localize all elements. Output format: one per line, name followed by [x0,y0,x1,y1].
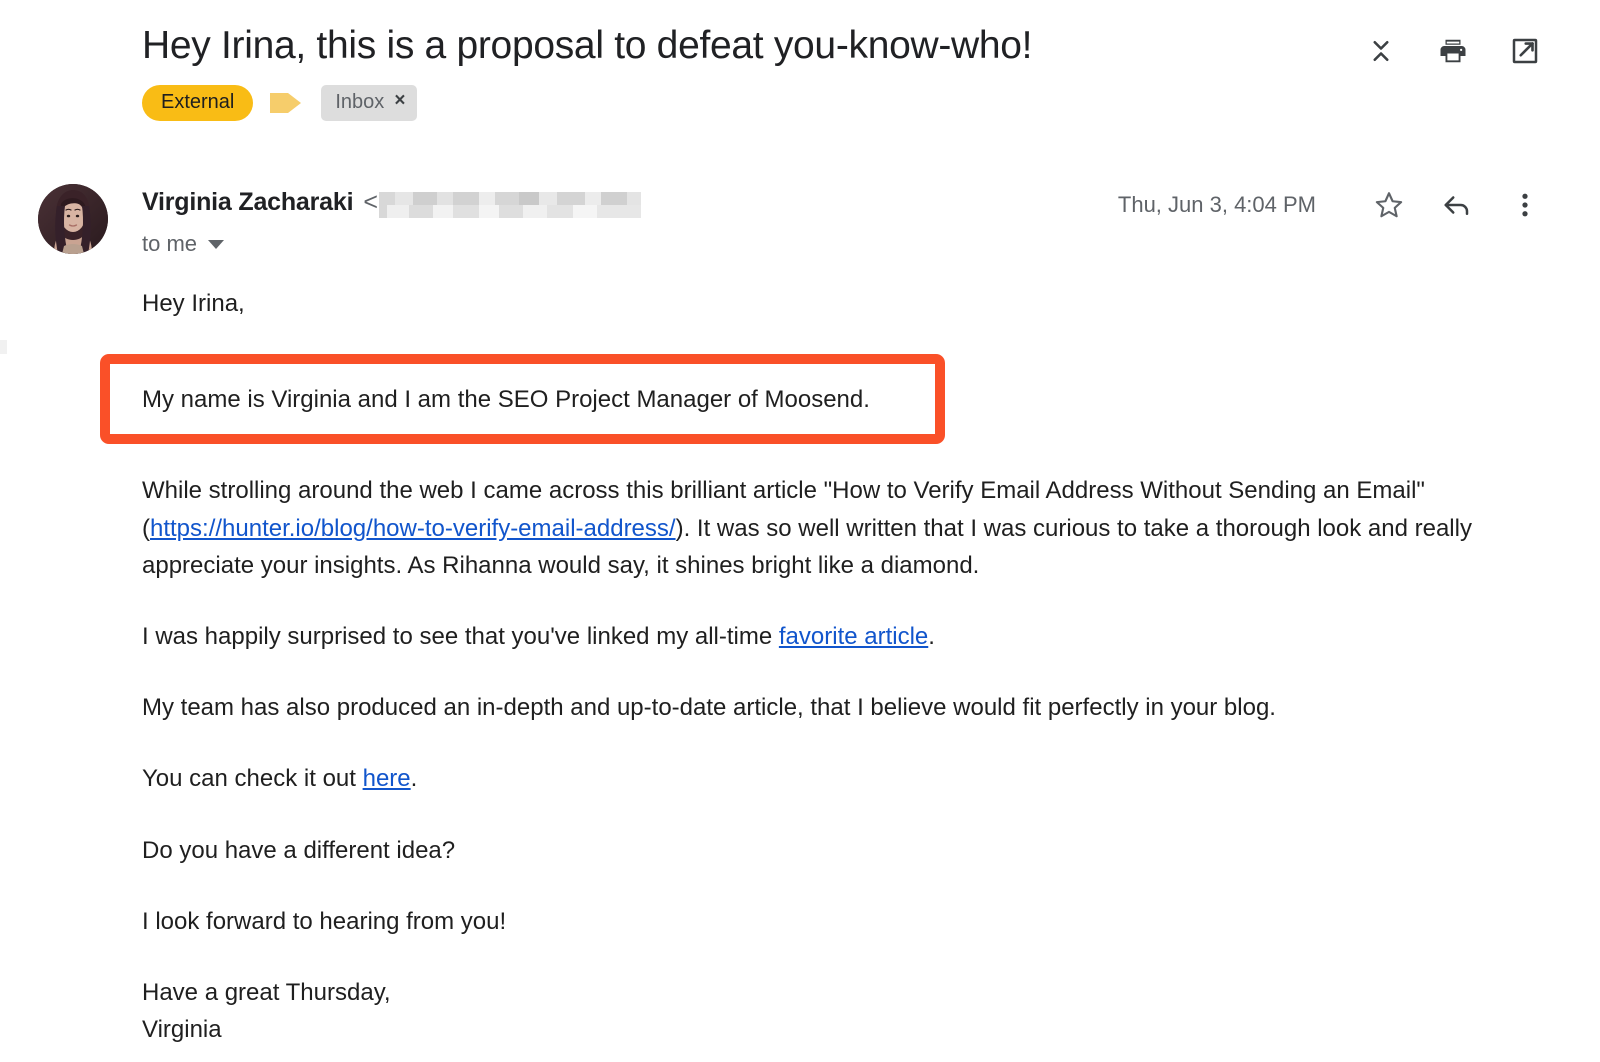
sender-row: Virginia Zacharaki < to me Thu, Jun 3, 4… [0,184,1600,257]
left-edge-sliver [0,340,7,354]
body-sign-off: Have a great Thursday, [142,978,391,1006]
remove-label-icon[interactable]: × [394,90,405,113]
avatar-photo [38,184,108,254]
body-paragraph-article: While strolling around the web I came ac… [142,472,1532,584]
sender-name: Virginia Zacharaki [142,188,354,216]
body-signature: Virginia [142,1016,222,1044]
body-paragraph-team: My team has also produced an in-depth an… [142,694,1276,722]
label-arrow-icon [270,92,302,113]
highlighted-callout: My name is Virginia and I am the SEO Pro… [100,354,945,445]
recipients-toggle[interactable]: to me [142,231,225,257]
body-check-text-before: You can check it out [142,765,363,793]
email-header: Hey Irina, this is a proposal to defeat … [0,0,1600,121]
body-favorite-text-before: I was happily surprised to see that you'… [142,622,779,650]
sender-details: Virginia Zacharaki < to me [108,184,1118,257]
body-favorite-text-after: . [928,622,935,650]
more-options-icon[interactable] [1510,190,1540,220]
collapse-all-icon[interactable] [1366,36,1396,66]
subject-row: Hey Irina, this is a proposal to defeat … [142,22,1540,71]
timestamp: Thu, Jun 3, 4:04 PM [1117,192,1316,217]
reply-icon[interactable] [1442,190,1472,220]
body-paragraph-favorite: I was happily surprised to see that you'… [142,618,1532,655]
header-actions [1366,22,1540,66]
label-chip-external[interactable]: External [142,84,254,121]
sender-identity-line: Virginia Zacharaki < [142,188,1118,218]
sender-email-open-bracket: < [363,188,378,216]
labels-row: External Inbox × [142,84,1540,121]
label-chip-inbox[interactable]: Inbox × [321,84,418,121]
message-actions: Thu, Jun 3, 4:04 PM [1118,184,1540,220]
body-check-text-after: . [410,765,418,793]
label-chip-inbox-text: Inbox [335,90,385,113]
here-link[interactable]: here [363,765,411,792]
print-icon[interactable] [1438,36,1468,66]
recipients-label: to me [142,231,198,256]
body-paragraph-forward: I look forward to hearing from you! [142,907,507,935]
avatar[interactable] [38,184,108,254]
favorite-article-link[interactable]: favorite article [779,623,928,650]
body-paragraph-idea: Do you have a different idea? [142,836,456,864]
body-paragraph-check: You can check it out here. [142,760,1532,797]
article-url-link[interactable]: https://hunter.io/blog/how-to-verify-ema… [150,515,676,542]
sender-email-redacted [378,191,641,218]
star-icon[interactable] [1374,190,1404,220]
chevron-down-icon[interactable] [208,239,225,249]
body-greeting: Hey Irina, [142,290,245,317]
open-in-new-window-icon[interactable] [1510,36,1540,66]
body-highlight-text: My name is Virginia and I am the SEO Pro… [142,386,870,414]
email-body: Hey Irina, My name is Virginia and I am … [100,285,1542,1048]
page-title: Hey Irina, this is a proposal to defeat … [142,24,1033,67]
